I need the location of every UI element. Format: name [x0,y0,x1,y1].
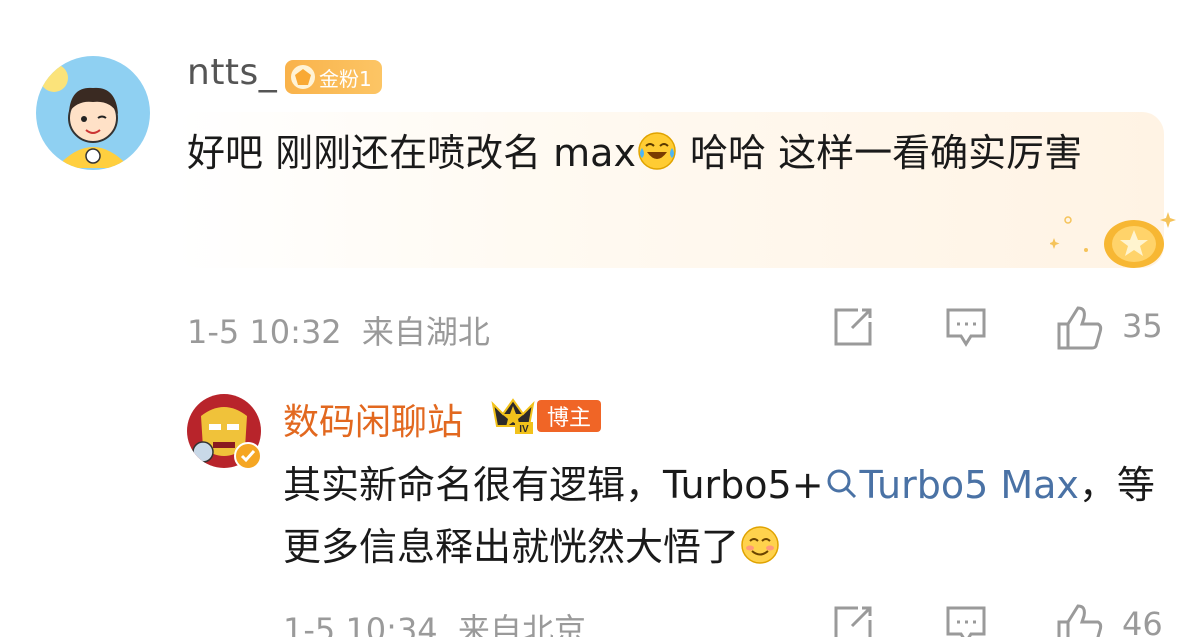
gem-icon [291,65,315,89]
smile-emoji-icon [741,526,779,564]
avatar-image [36,56,150,170]
reply-meta: 1-5 10:34 来自北京 [283,605,586,637]
gold-star-badge-icon [1050,212,1176,268]
search-link[interactable]: Turbo5 Max [824,463,1079,507]
avatar[interactable] [36,56,150,170]
crown-level-text: IV [519,424,529,435]
reply-share-icon[interactable] [832,604,874,637]
reply-username[interactable]: 数码闲聊站 [283,393,463,445]
comment-meta: 1-5 10:32 来自湖北 [187,307,490,353]
comment-text: 好吧 刚刚还在喷改名 max 哈哈 这样一看确实厉害 [187,122,1147,184]
comment-timestamp: 1-5 10:32 [187,313,342,351]
reply-comment-icon[interactable] [945,604,987,637]
comment-thread: ntts_ 金粉1 好吧 刚刚还在喷改名 max 哈哈 这样一看确实厉害 1-5… [0,0,1200,637]
reply-timestamp: 1-5 10:34 [283,611,438,637]
search-link-text: Turbo5 Max [859,463,1079,507]
fan-badge-label: 金粉1 [319,66,372,91]
comment-text-part2: 哈哈 这样一看确实厉害 [677,131,1083,175]
crown-level-icon: IV [491,398,535,435]
reply-text-part1: 其实新命名很有逻辑，Turbo5+ [283,463,824,507]
blogger-badge[interactable]: 博主 [537,400,602,432]
verified-badge-icon [234,442,262,470]
search-icon [827,469,856,499]
username[interactable]: ntts_ [187,52,277,93]
fan-badge[interactable]: 金粉1 [285,60,382,94]
reply-location: 来自北京 [457,611,586,637]
share-icon[interactable] [832,306,874,348]
reply-text: 其实新命名很有逻辑，Turbo5+ Turbo5 Max，等更多信息释出就恍然大… [283,454,1163,578]
reply-like-icon[interactable] [1056,602,1104,637]
like-icon[interactable] [1056,304,1104,350]
comment-location: 来自湖北 [361,313,490,351]
reply-like-count: 46 [1122,605,1163,637]
comment-icon[interactable] [945,306,987,348]
comment-text-part1: 好吧 刚刚还在喷改名 max [187,131,636,175]
like-count: 35 [1122,307,1163,345]
laughing-tears-emoji-icon [638,132,676,170]
